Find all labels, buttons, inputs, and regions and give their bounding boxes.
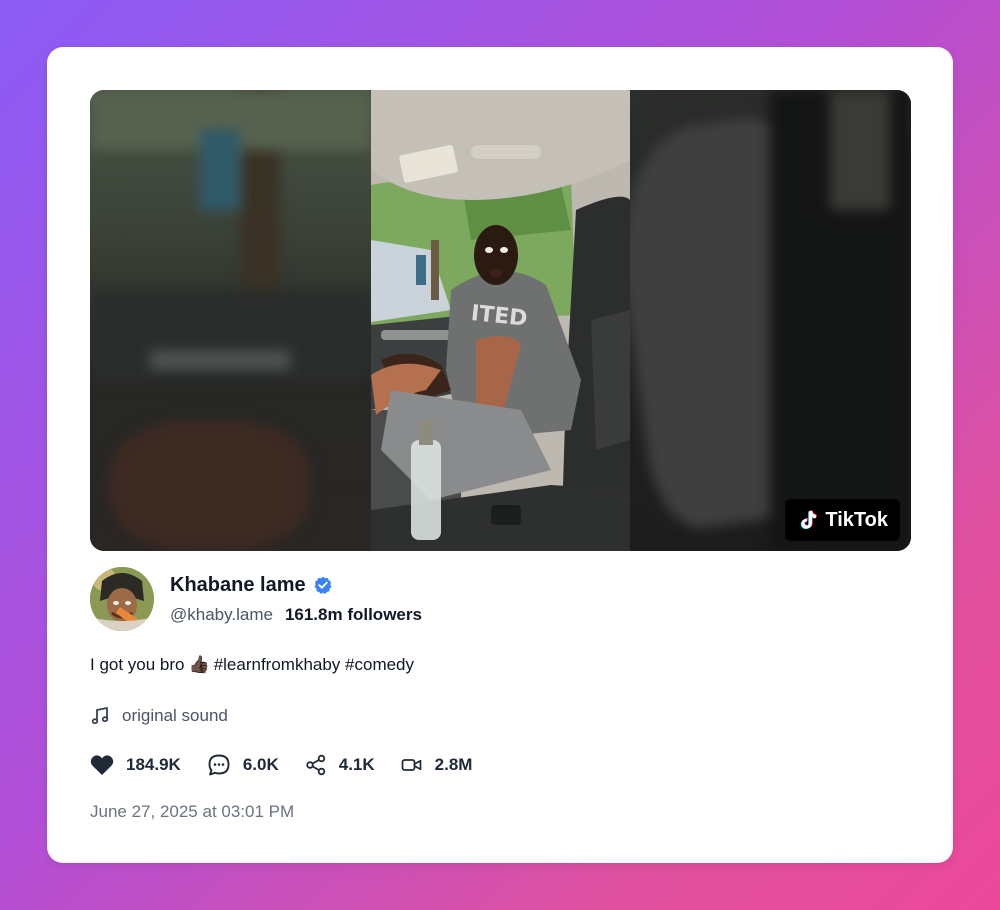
music-note-icon bbox=[91, 707, 109, 725]
author-handle[interactable]: @khaby.lame bbox=[170, 605, 273, 625]
caption-hashtags[interactable]: #learnfromkhaby #comedy bbox=[214, 655, 414, 675]
share-icon bbox=[306, 754, 325, 776]
caption-text: I got you bro bbox=[90, 655, 185, 674]
author-name[interactable]: Khabane lame bbox=[170, 574, 306, 597]
video-player[interactable]: ITED TikTok bbox=[90, 90, 911, 551]
sound-label: original sound bbox=[122, 706, 228, 725]
views-stat: 2.8M bbox=[401, 755, 473, 775]
video-blur-right bbox=[630, 90, 911, 551]
follower-count: 161.8m followers bbox=[284, 604, 422, 624]
video-frame-image: ITED bbox=[371, 90, 630, 551]
tiktok-embed-card: ITED TikTok Khabane lame @khaby.lame 161… bbox=[47, 47, 953, 863]
caption-emoji: 👍🏿 bbox=[188, 655, 210, 675]
video-camera-icon bbox=[401, 759, 422, 771]
author-profile: Khabane lame @khaby.lame 161.8m follower… bbox=[90, 567, 422, 631]
likes-count: 184.9K bbox=[126, 755, 181, 774]
post-caption: I got you bro 👍🏿 #learnfromkhaby #comedy bbox=[90, 655, 414, 675]
badge-label: TikTok bbox=[825, 508, 888, 531]
post-timestamp: June 27, 2025 at 03:01 PM bbox=[90, 802, 295, 821]
shares-stat[interactable]: 4.1K bbox=[305, 754, 375, 776]
tiktok-badge[interactable]: TikTok bbox=[785, 499, 900, 541]
avatar[interactable] bbox=[90, 567, 154, 631]
shares-count: 4.1K bbox=[338, 755, 375, 774]
heart-icon bbox=[90, 755, 114, 775]
verified-badge-icon bbox=[314, 576, 332, 594]
comments-stat[interactable]: 6.0K bbox=[207, 753, 279, 777]
tiktok-logo-icon bbox=[801, 510, 818, 530]
views-count: 2.8M bbox=[434, 755, 473, 774]
video-frame: ITED bbox=[371, 90, 630, 551]
sound-row[interactable]: original sound bbox=[90, 706, 228, 726]
avatar-image bbox=[90, 567, 154, 631]
comments-count: 6.0K bbox=[242, 755, 279, 774]
comment-icon bbox=[208, 754, 230, 776]
likes-stat[interactable]: 184.9K bbox=[90, 754, 181, 776]
video-blur-left bbox=[90, 90, 371, 551]
engagement-stats: 184.9K 6.0K 4.1K 2.8M bbox=[90, 753, 472, 777]
